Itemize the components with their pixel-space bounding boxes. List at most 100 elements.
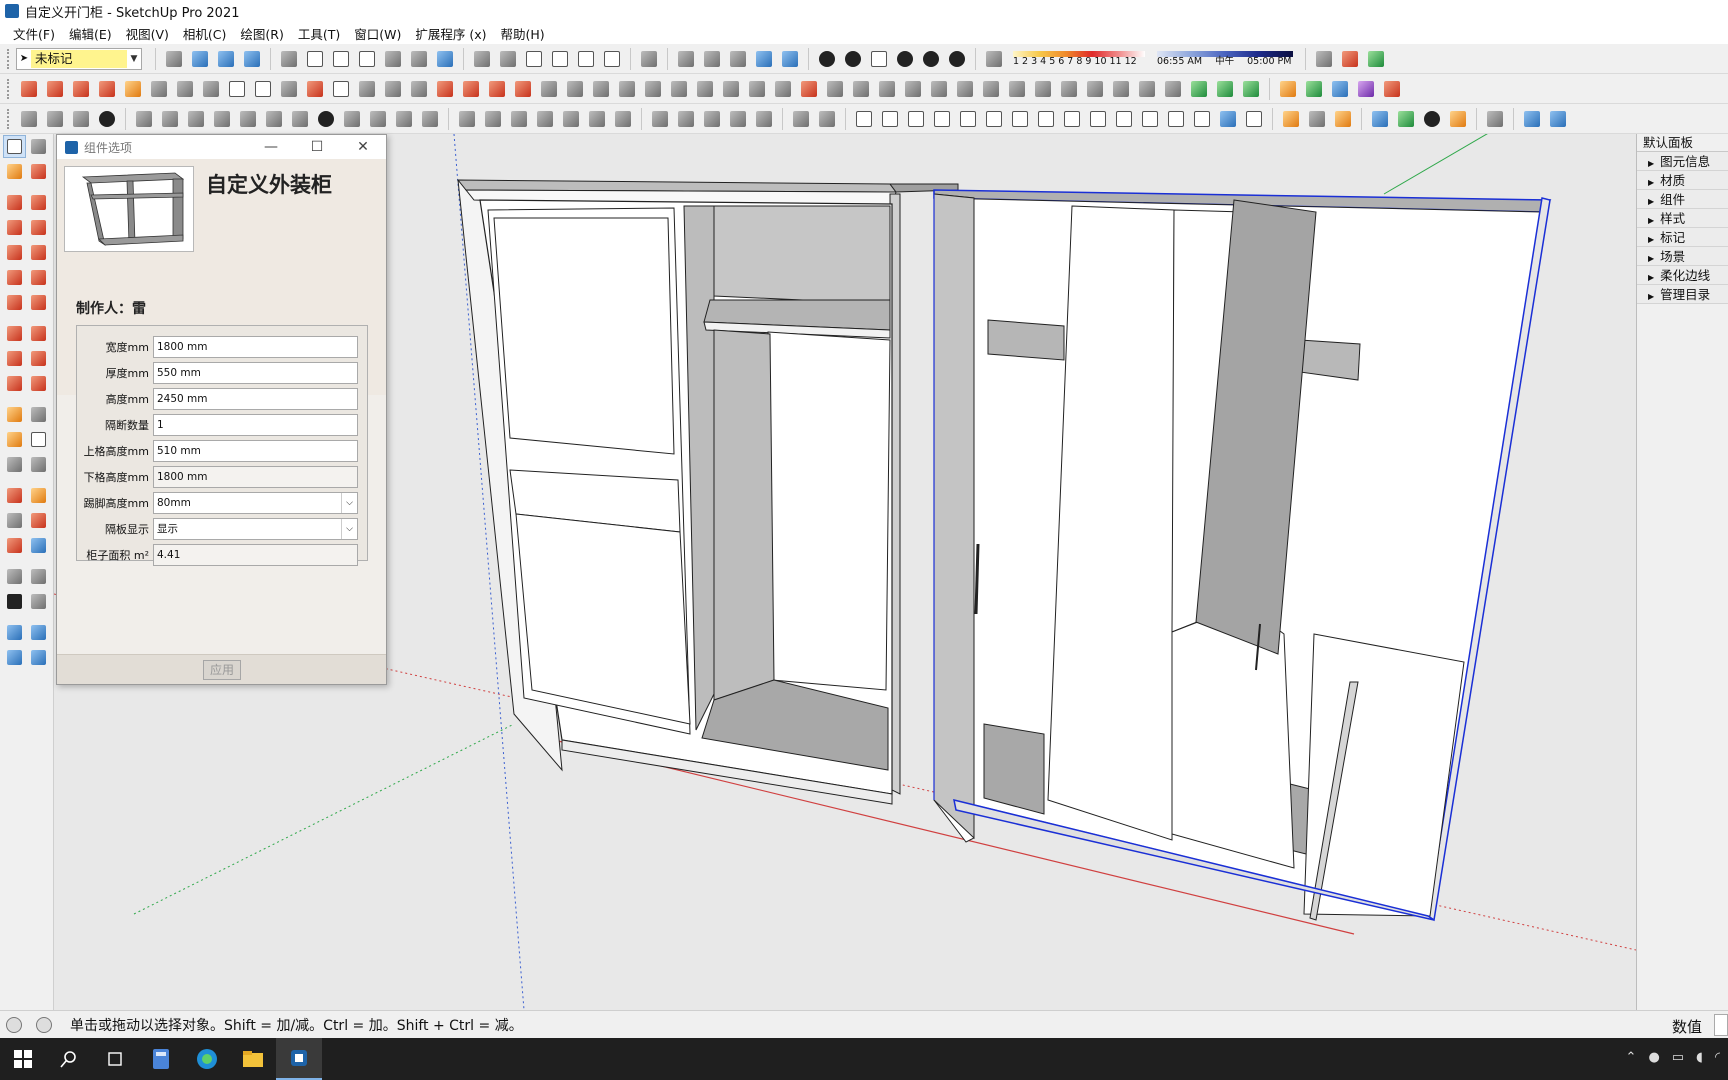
section-display-icon[interactable]: [752, 47, 776, 71]
block-icon[interactable]: [314, 107, 338, 131]
axes-icon[interactable]: [3, 453, 26, 476]
dimension-icon[interactable]: [158, 107, 182, 131]
bend-icon[interactable]: [355, 77, 379, 101]
slat-icon[interactable]: [1109, 77, 1133, 101]
hand-icon[interactable]: [641, 77, 665, 101]
section-fill-icon[interactable]: [726, 47, 750, 71]
menu-camera[interactable]: 相机(C): [176, 24, 233, 43]
pipe-icon[interactable]: [1031, 77, 1055, 101]
shape-tag-icon[interactable]: [852, 107, 876, 131]
maximize-button[interactable]: ☐: [294, 139, 340, 155]
railing-icon[interactable]: [979, 77, 1003, 101]
toolbar-grip[interactable]: [7, 48, 11, 69]
chevron-down-icon[interactable]: ▼: [127, 54, 141, 64]
look-around-icon[interactable]: [27, 565, 50, 588]
menu-tools[interactable]: 工具(T): [291, 24, 347, 43]
sphere-icon[interactable]: [225, 77, 249, 101]
louver-icon[interactable]: [1083, 77, 1107, 101]
tray-item-outliner[interactable]: ▶ 管理目录: [1637, 285, 1728, 304]
sweep-icon[interactable]: [303, 77, 327, 101]
make-component-icon[interactable]: [27, 135, 50, 158]
person-icon[interactable]: [726, 107, 750, 131]
sandbox-from-scratch-icon[interactable]: [27, 621, 50, 644]
depth-input[interactable]: 550 mm: [153, 362, 358, 384]
slice-icon[interactable]: [563, 77, 587, 101]
tray-item-materials[interactable]: ▶ 材质: [1637, 171, 1728, 190]
info-icon[interactable]: [1546, 107, 1570, 131]
door-icon[interactable]: [496, 47, 520, 71]
column-grid-icon[interactable]: [43, 107, 67, 131]
rotate-icon[interactable]: [3, 347, 26, 370]
microphone-icon[interactable]: ●: [1648, 1050, 1659, 1065]
column-icon[interactable]: [771, 77, 795, 101]
pillars-icon[interactable]: [611, 107, 635, 131]
battery-icon[interactable]: ▭: [1672, 1050, 1684, 1065]
shell-icon[interactable]: [329, 77, 353, 101]
spring-icon[interactable]: [288, 107, 312, 131]
xray-style-icon[interactable]: [277, 47, 301, 71]
cut-opening-icon[interactable]: [823, 77, 847, 101]
green-house-icon[interactable]: [1302, 77, 1326, 101]
stamp-icon[interactable]: [27, 646, 50, 669]
tag-selector[interactable]: ➤ 未标记 ▼: [16, 47, 142, 70]
previous-view-icon[interactable]: [27, 534, 50, 557]
shelf-display-select[interactable]: 显示 ⌵: [153, 518, 358, 540]
three-point-arc-icon[interactable]: [3, 291, 26, 314]
shape-diamond-icon[interactable]: [904, 107, 928, 131]
menu-extensions[interactable]: 扩展程序 (x): [408, 24, 493, 43]
section-plane-icon[interactable]: [674, 47, 698, 71]
push-pull-icon[interactable]: [27, 322, 50, 345]
stair-builder-icon[interactable]: [17, 107, 41, 131]
garage-icon[interactable]: [600, 47, 624, 71]
magnet-icon[interactable]: [1242, 107, 1266, 131]
purple-gem-icon[interactable]: [1354, 77, 1378, 101]
extrude-icon[interactable]: [173, 77, 197, 101]
shadow-time-slider[interactable]: 06:55 AM 中午 05:00 PM: [1157, 50, 1294, 67]
weld-icon[interactable]: [511, 77, 535, 101]
wall-icon[interactable]: [719, 77, 743, 101]
profile-icon[interactable]: [849, 77, 873, 101]
panel-icon[interactable]: [901, 77, 925, 101]
tray-item-scenes[interactable]: ▶ 场景: [1637, 247, 1728, 266]
undo-icon[interactable]: [1312, 47, 1336, 71]
geolocation-icon[interactable]: [6, 1016, 22, 1033]
tree-icon[interactable]: [1394, 107, 1418, 131]
circle-icon[interactable]: [3, 241, 26, 264]
beam-icon[interactable]: [745, 77, 769, 101]
blue-cube-icon[interactable]: [1328, 77, 1352, 101]
twist-icon[interactable]: [381, 77, 405, 101]
loft-icon[interactable]: [277, 77, 301, 101]
3d-text-icon[interactable]: [27, 453, 50, 476]
red-spiral-icon[interactable]: [1380, 77, 1404, 101]
shape-ellipse-icon[interactable]: [1112, 107, 1136, 131]
add-circle-icon[interactable]: [1368, 107, 1392, 131]
text-tool-icon[interactable]: [27, 428, 50, 451]
line-tool-icon[interactable]: [17, 77, 41, 101]
terrain-icon[interactable]: [1187, 77, 1211, 101]
scale-icon[interactable]: [3, 372, 26, 395]
shape-blob-icon[interactable]: [1190, 107, 1214, 131]
shape-triangle-icon[interactable]: [930, 107, 954, 131]
plant-icon[interactable]: [1239, 77, 1263, 101]
cloud-icon[interactable]: [251, 77, 275, 101]
monochrome-style-icon[interactable]: [433, 47, 457, 71]
wireframe-style-icon[interactable]: [329, 47, 353, 71]
warehouse-icon[interactable]: [470, 47, 494, 71]
shape-leaf-icon[interactable]: [1086, 107, 1110, 131]
shape-cup-icon[interactable]: [1008, 107, 1032, 131]
measurements-input[interactable]: [1714, 1014, 1728, 1036]
shape-egg-icon[interactable]: [1060, 107, 1084, 131]
polygon-icon[interactable]: [27, 241, 50, 264]
position-camera-icon[interactable]: [162, 47, 186, 71]
swap-icon[interactable]: [1331, 107, 1355, 131]
shape-circle-icon[interactable]: [982, 107, 1006, 131]
section-cut-icon[interactable]: [700, 47, 724, 71]
paint-icon[interactable]: [121, 77, 145, 101]
select-arrow-icon[interactable]: [3, 135, 26, 158]
shelf-icon[interactable]: [953, 77, 977, 101]
upper-height-input[interactable]: 510 mm: [153, 440, 358, 462]
truss-icon[interactable]: [132, 107, 156, 131]
windows-start-icon[interactable]: [0, 1038, 46, 1080]
rectangle-icon[interactable]: [3, 216, 26, 239]
tray-item-soften-edges[interactable]: ▶ 柔化边线: [1637, 266, 1728, 285]
